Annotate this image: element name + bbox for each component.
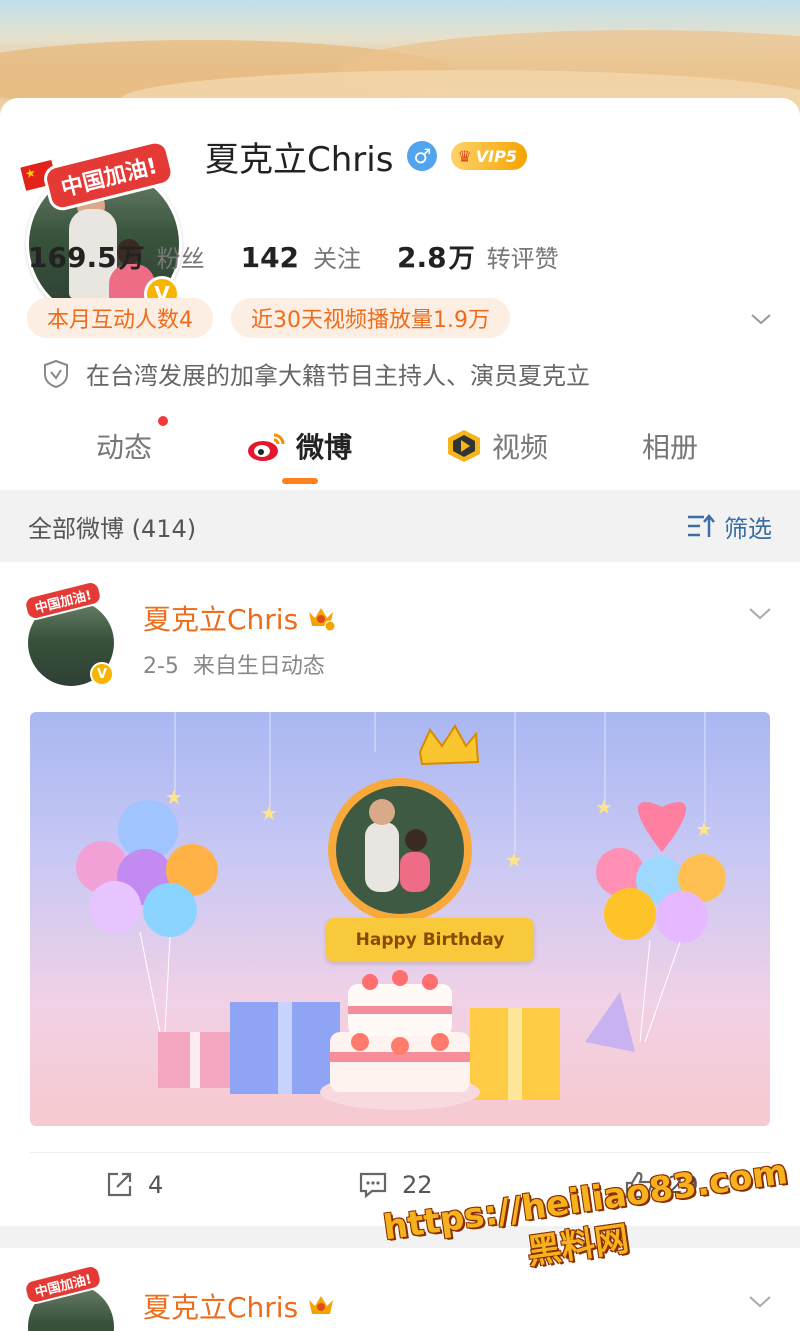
notification-dot [158,416,168,426]
profile-stats: 169.5 万 粉丝 142 关注 2.8 万 转评赞 [28,238,595,275]
profile-card: ★ 中国加油! V 夏克立Chris ♂ ♛ VIP5 169.5 万 粉丝 1… [0,98,800,490]
vip-crown-icon [309,608,336,632]
svg-text:★: ★ [595,795,613,819]
tab-label: 动态 [96,431,153,464]
post-author-name[interactable]: 夏克立Chris [143,1286,298,1326]
filter-sort-icon [688,514,715,537]
tab-label: 相册 [642,431,699,464]
chevron-down-icon[interactable] [750,308,772,330]
comment-icon [359,1172,387,1199]
post-avatar[interactable]: 中国加油! V [22,578,120,686]
comment-count: 22 [402,1171,433,1199]
svg-text:★: ★ [695,817,713,841]
stat-number: 142 [240,241,300,274]
post-author-row: 夏克立Chris [143,598,336,638]
profile-pills: 本月互动人数4 近30天视频播放量1.9万 [27,298,510,338]
stat-label: 粉丝 [156,245,205,273]
filter-label: 筛选 [724,514,772,543]
tab-video[interactable]: 视频 [446,426,548,466]
repost-button[interactable]: 4 [104,1170,163,1200]
filter-bar: 全部微博 (414) 筛选 [0,490,800,562]
video-play-icon [448,430,480,462]
filter-button[interactable]: 筛选 [686,509,772,544]
tab-weibo[interactable]: 微博 [246,426,352,466]
comment-button[interactable]: 22 [358,1170,433,1200]
crown-icon: ♛ [457,146,472,166]
divider [30,1152,770,1153]
repost-count: 4 [148,1171,164,1199]
profile-description: 在台湾发展的加拿大籍节目主持人、演员夏克立 [86,362,590,390]
svg-text:★: ★ [505,848,523,872]
profile-tabs: 动态 微博 视频 相册 [0,416,800,490]
shield-icon [44,359,68,388]
post-meta: 2-5 来自生日动态 [143,654,325,679]
video-views-pill[interactable]: 近30天视频播放量1.9万 [231,298,510,338]
birthday-card-image[interactable]: ★ ★ ★ ★ ★ Happy Birthday [30,712,770,1126]
chevron-down-icon[interactable] [748,1292,772,1312]
stat-label: 转评赞 [486,245,559,273]
active-tab-indicator [282,478,318,484]
share-icon [107,1172,132,1197]
svg-text:★: ★ [165,785,183,809]
svg-text:★: ★ [260,801,278,825]
stat-followers[interactable]: 169.5 万 粉丝 [28,238,205,275]
verified-badge-icon: V [90,662,114,686]
stat-unit: 万 [448,244,475,274]
post-author-row: 夏克立Chris [143,1286,336,1326]
tab-album[interactable]: 相册 [642,426,698,466]
tab-label: 微博 [296,431,353,464]
vip-crown-icon [309,1296,334,1314]
stat-label: 关注 [313,245,362,273]
happy-birthday-ribbon: Happy Birthday [326,918,534,962]
stat-following[interactable]: 142 关注 [241,239,361,274]
name-row: 夏克立Chris ♂ ♛ VIP5 [205,134,527,180]
profile-name: 夏克立Chris [205,139,394,180]
vip-label: VIP5 [475,146,517,166]
stat-interactions[interactable]: 2.8 万 转评赞 [397,238,559,275]
post-author-name[interactable]: 夏克立Chris [143,598,298,638]
monthly-interaction-pill[interactable]: 本月互动人数4 [27,298,213,338]
post-card: 中国加油! V 夏克立Chris 2-5 来自生日动态 ★ ★ ★ ★ ★ Ha… [0,562,800,1226]
weibo-logo-icon [248,433,285,461]
vip-badge[interactable]: ♛ VIP5 [451,142,527,170]
tab-feed[interactable]: 动态 [96,426,152,466]
all-posts-count: 全部微博 (414) [28,514,197,543]
chevron-down-icon[interactable] [748,604,772,624]
stat-number: 2.8 [397,241,447,274]
male-gender-icon: ♂ [407,141,438,171]
post-avatar[interactable]: 中国加油! [22,1262,120,1331]
stat-unit: 万 [118,244,145,274]
bio-row: 在台湾发展的加拿大籍节目主持人、演员夏克立 [42,356,590,391]
stat-number: 169.5 [28,241,117,274]
profile-avatar[interactable]: ★ 中国加油! V [17,136,188,322]
tab-label: 视频 [492,431,549,464]
